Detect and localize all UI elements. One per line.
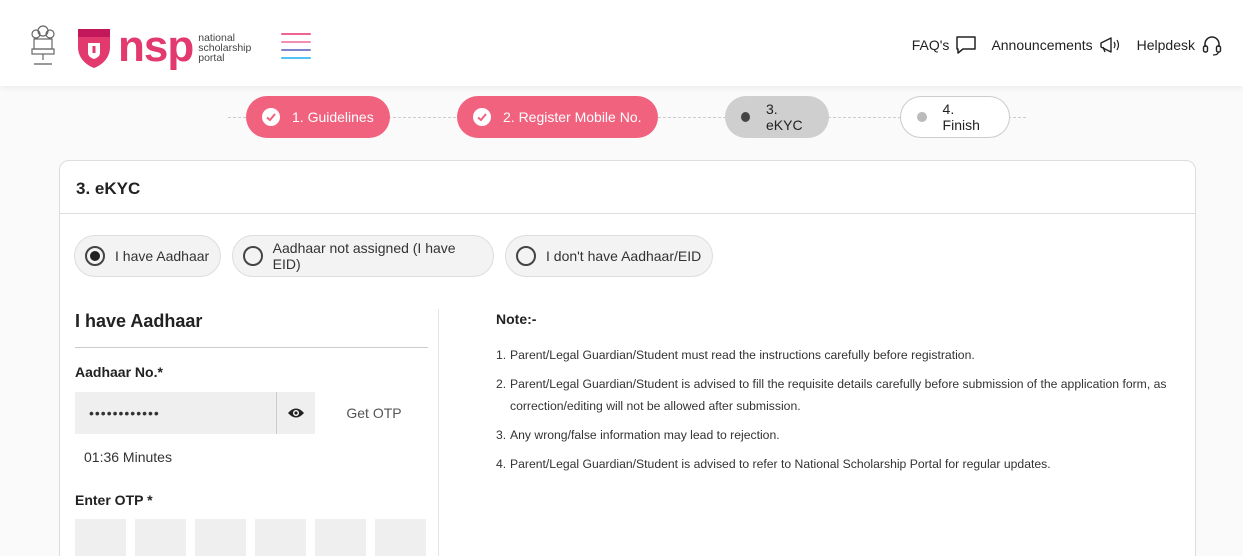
logo-text: nsp (118, 22, 194, 71)
radio-unselected-icon (243, 246, 263, 266)
note-item: 2. Parent/Legal Guardian/Student is advis… (496, 377, 1167, 413)
chat-icon (956, 36, 977, 54)
note-item: 3. Any wrong/false information may lead t… (496, 428, 780, 442)
otp-label: Enter OTP * (75, 492, 153, 508)
step-finish[interactable]: 4. Finish (900, 96, 1010, 138)
otp-digit-input[interactable] (255, 519, 306, 556)
otp-digit-input[interactable] (135, 519, 186, 556)
option-have-aadhaar[interactable]: I have Aadhaar (74, 235, 221, 277)
menu-icon[interactable] (281, 33, 311, 59)
national-emblem-icon (31, 25, 55, 65)
radio-unselected-icon (516, 246, 536, 266)
option-label: Aadhaar not assigned (I have EID) (272, 240, 456, 272)
otp-digit-input[interactable] (75, 519, 126, 556)
faqs-label: FAQ's (911, 37, 950, 53)
get-otp-button[interactable]: Get OTP (330, 392, 418, 434)
megaphone-icon (1099, 37, 1119, 53)
ekyc-card: 3. eKYC I have Aadhaar Aadhaar not assig… (59, 160, 1196, 556)
option-label: I have Aadhaar (115, 248, 210, 264)
header-links: FAQ's Announcements Helpdesk (912, 34, 1223, 56)
note-title: Note:- (496, 311, 537, 327)
divider (60, 213, 1195, 214)
note-item: 4. Parent/Legal Guardian/Student is advis… (496, 457, 1051, 471)
step-dot-icon (741, 112, 751, 122)
otp-digit-input[interactable] (375, 519, 426, 556)
step-dot-icon (917, 112, 927, 122)
card-title: 3. eKYC (76, 179, 141, 198)
eye-icon (288, 408, 304, 418)
aadhaar-input[interactable] (75, 392, 277, 434)
divider (75, 347, 428, 348)
otp-timer: 01:36 Minutes (84, 449, 172, 465)
step-label: 2. Register Mobile No. (503, 109, 642, 125)
otp-digit-input[interactable] (195, 519, 246, 556)
form-title: I have Aadhaar (75, 311, 203, 331)
option-no-aadhaar[interactable]: I don't have Aadhaar/EID (505, 235, 713, 277)
headset-icon (1202, 36, 1222, 56)
option-have-eid[interactable]: Aadhaar not assigned (I have EID) (232, 235, 494, 277)
show-password-button[interactable] (277, 392, 315, 434)
check-icon (473, 108, 491, 126)
announcements-link[interactable]: Announcements (991, 35, 1122, 55)
step-label: 3. eKYC (766, 101, 803, 133)
option-label: I don't have Aadhaar/EID (546, 248, 702, 264)
note-item: 1. Parent/Legal Guardian/Student must rea… (496, 348, 975, 362)
faqs-link[interactable]: FAQ's (912, 35, 978, 55)
step-ekyc[interactable]: 3. eKYC (725, 96, 829, 138)
note-list: 1. Parent/Legal Guardian/Student must rea… (496, 344, 1186, 482)
otp-digit-input[interactable] (315, 519, 366, 556)
check-icon (262, 108, 280, 126)
radio-selected-icon (85, 246, 105, 266)
step-label: 1. Guidelines (292, 109, 374, 125)
aadhaar-label: Aadhaar No.* (75, 364, 163, 380)
nsp-logo[interactable]: nsp national scholarship portal (76, 25, 251, 69)
step-register-mobile[interactable]: 2. Register Mobile No. (457, 96, 658, 138)
step-label: 4. Finish (942, 101, 980, 133)
helpdesk-label: Helpdesk (1136, 37, 1195, 53)
logo-subtext: national scholarship portal (198, 32, 252, 64)
announcements-label: Announcements (991, 37, 1093, 53)
helpdesk-link[interactable]: Helpdesk (1137, 34, 1223, 56)
vertical-divider (438, 309, 439, 556)
step-guidelines[interactable]: 1. Guidelines (246, 96, 390, 138)
shield-logo-icon (78, 29, 110, 68)
site-header: nsp national scholarship portal FAQ's An… (0, 0, 1243, 86)
